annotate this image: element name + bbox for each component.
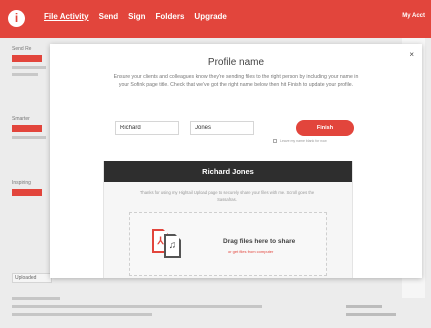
footer-line [12, 297, 60, 300]
background-text-line [12, 73, 38, 76]
drag-files-title: Drag files here to share [223, 238, 296, 245]
background-heading: Smarter [12, 116, 30, 122]
preview-header: Richard Jones [104, 161, 352, 182]
leave-blank-label: Leave my name blank for now [280, 139, 327, 143]
modal-title: Profile name [207, 57, 265, 68]
save-name-button[interactable]: Finish [296, 120, 354, 136]
account-menu[interactable]: My Acct [402, 13, 425, 19]
background-block: Send Re [12, 46, 52, 76]
nav-folders[interactable]: Folders [156, 12, 185, 21]
footer-line [346, 313, 396, 316]
leave-blank-row[interactable]: Leave my name blank for now [273, 139, 327, 143]
background-red-button[interactable] [12, 189, 42, 196]
app-header: i File Activity Send Sign Folders Upgrad… [0, 0, 431, 38]
background-bottom-tab[interactable]: Uploaded [12, 273, 52, 283]
nav-send[interactable]: Send [99, 12, 119, 21]
background-sidebar: Send Re Smarter Inspiring [12, 38, 52, 280]
background-text-line [12, 136, 46, 139]
music-note-icon: ♫ [168, 240, 177, 251]
nav-file-activity[interactable]: File Activity [44, 12, 89, 21]
background-text-line [12, 66, 46, 69]
modal-description: Ensure your clients and colleagues know … [113, 74, 359, 88]
info-logo-icon[interactable]: i [8, 10, 25, 27]
background-heading: Send Re [12, 46, 32, 52]
footer-line [346, 305, 382, 308]
background-red-button[interactable] [12, 125, 42, 132]
profile-name-modal: × Profile name Ensure your clients and c… [50, 44, 422, 278]
preview-description: Thanks for using my Hightail Upload page… [139, 190, 315, 202]
background-heading: Inspiring [12, 180, 31, 186]
background-block: Inspiring [12, 180, 52, 196]
footer-line [12, 313, 152, 316]
leave-blank-checkbox[interactable] [273, 139, 277, 143]
last-name-field[interactable] [190, 121, 254, 135]
file-dropzone[interactable]: ⅄ ♫ Drag files here to share or get file… [129, 212, 327, 276]
upload-page-preview: Richard Jones Thanks for using my Highta… [103, 161, 353, 278]
nav-upgrade[interactable]: Upgrade [194, 12, 226, 21]
background-block: Smarter [12, 116, 52, 139]
main-nav: File Activity Send Sign Folders Upgrade [44, 12, 227, 21]
nav-sign[interactable]: Sign [128, 12, 145, 21]
first-name-field[interactable] [115, 121, 179, 135]
choose-files-link[interactable]: or get files from computer [228, 249, 273, 254]
music-file-icon: ♫ [164, 234, 181, 258]
footer-line [12, 305, 262, 308]
background-red-button[interactable] [12, 55, 42, 62]
